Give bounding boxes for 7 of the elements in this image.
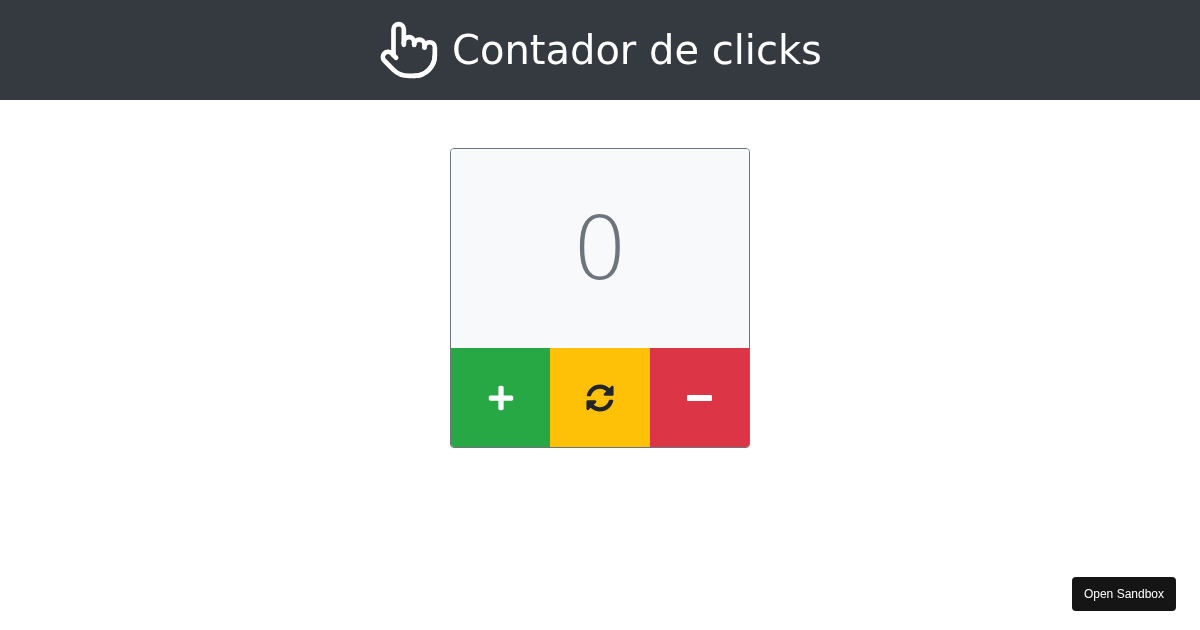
plus-icon: [486, 383, 515, 412]
refresh-icon: [586, 383, 614, 412]
reset-button[interactable]: [550, 348, 650, 447]
open-sandbox-button[interactable]: Open Sandbox: [1071, 577, 1176, 611]
counter-value: 0: [572, 195, 628, 302]
minus-icon: [686, 394, 712, 401]
page-title: Contador de clicks: [452, 26, 822, 75]
